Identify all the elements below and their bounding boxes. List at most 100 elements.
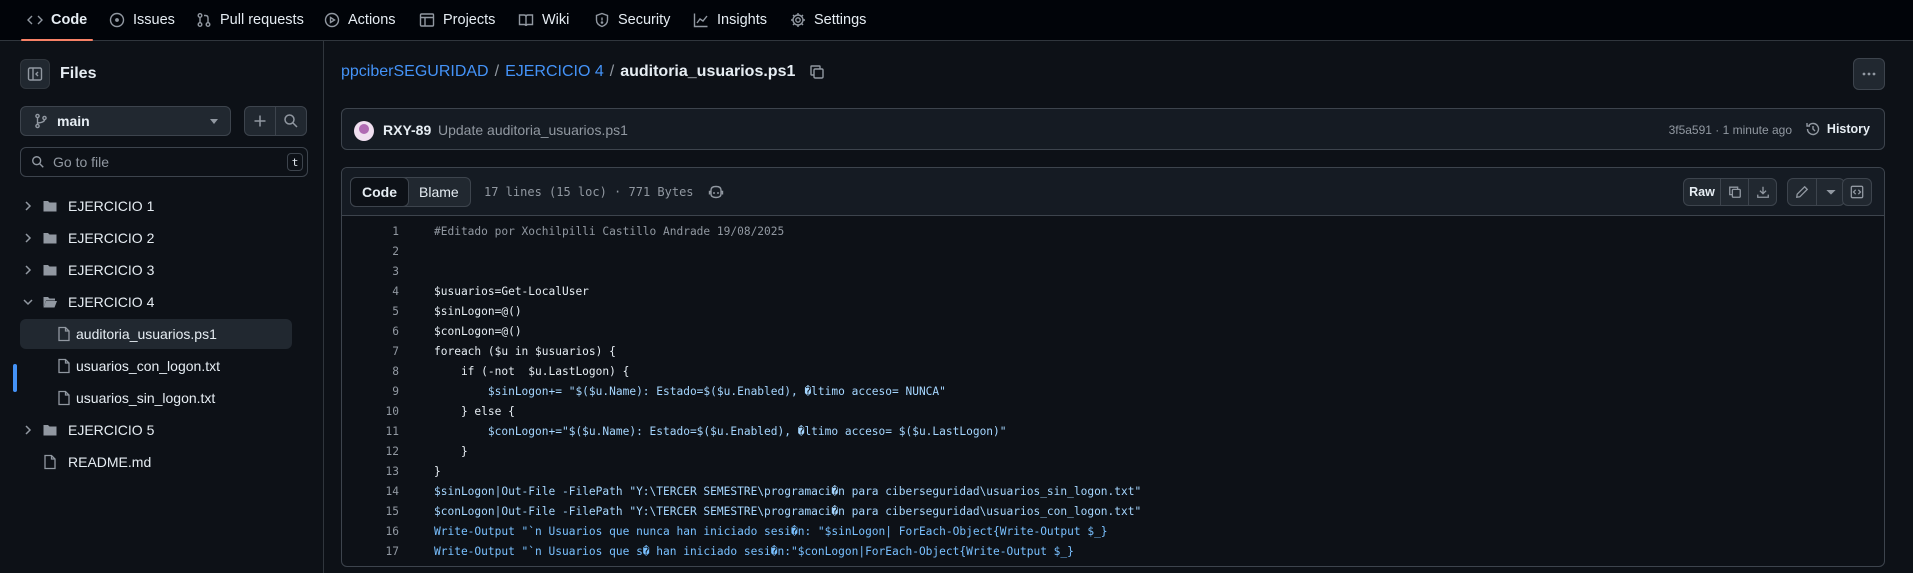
chevron-right-icon <box>20 422 36 438</box>
code-line: 17 Write-Output "`n Usuarios que s� han i… <box>342 541 1884 561</box>
line-number: 12 <box>385 444 399 458</box>
tab-projects[interactable]: Projects <box>419 0 495 40</box>
gear-icon <box>791 13 805 27</box>
file-viewer: Code Blame 17 lines (15 loc) · 771 Bytes… <box>341 167 1885 567</box>
history-label: History <box>1826 122 1870 136</box>
tree-item-folder[interactable]: EJERCICIO 5 <box>20 415 292 445</box>
line-number: 13 <box>385 464 399 478</box>
avatar[interactable] <box>354 121 374 141</box>
copilot-button[interactable] <box>708 184 724 200</box>
line-text: $conLogon|Out-File -FilePath "Y:\TERCER … <box>434 504 1142 518</box>
download-button[interactable] <box>1748 179 1776 205</box>
go-to-file-input[interactable]: Go to file t <box>20 147 308 177</box>
line-number: 14 <box>385 484 399 498</box>
line-text: } else { <box>434 404 515 418</box>
code-line: 3 <box>342 261 1884 281</box>
shield-icon <box>595 12 609 28</box>
selected-indicator <box>13 364 17 392</box>
line-number: 5 <box>392 304 399 318</box>
tree-item-folder[interactable]: EJERCICIO 2 <box>20 223 292 253</box>
book-icon <box>518 14 534 27</box>
line-text: $conLogon+="$($u.Name): Estado=$($u.Enab… <box>434 424 1007 438</box>
sidebar-title: Files <box>60 65 97 82</box>
tab-insights[interactable]: Insights <box>693 0 767 40</box>
tab-actions[interactable]: Actions <box>324 0 396 40</box>
edit-group <box>1787 178 1845 206</box>
code-line: 14 $sinLogon|Out-File -FilePath "Y:\TERCE… <box>342 481 1884 501</box>
raw-button[interactable]: Raw <box>1684 179 1720 205</box>
breadcrumb-repo-link[interactable]: ppciberSEGURIDAD <box>341 63 489 81</box>
line-text: foreach ($u in $usuarios) { <box>434 344 616 358</box>
folder-icon <box>42 422 58 438</box>
line-text: Write-Output "`n Usuarios que s� han ini… <box>434 544 1074 558</box>
folder-icon <box>42 230 58 246</box>
line-number: 3 <box>392 264 399 278</box>
branch-selector[interactable]: main <box>20 106 231 136</box>
line-number: 10 <box>385 404 399 418</box>
line-text: #Editado por Xochilpilli Castillo Andrad… <box>434 224 785 238</box>
tree-item-file[interactable]: usuarios_sin_logon.txt <box>20 383 292 413</box>
code-icon <box>27 15 43 25</box>
line-number: 2 <box>392 244 399 258</box>
history-icon <box>1806 122 1820 136</box>
edit-file-button[interactable] <box>1788 179 1816 205</box>
tab-settings[interactable]: Settings <box>790 0 866 40</box>
copy-icon <box>810 65 825 79</box>
graph-icon <box>693 13 708 28</box>
tree-item-folder[interactable]: EJERCICIO 1 <box>20 191 292 221</box>
line-number: 7 <box>392 344 399 358</box>
history-button[interactable]: History <box>1805 121 1870 137</box>
line-number: 15 <box>385 504 399 518</box>
copy-raw-button[interactable] <box>1720 179 1748 205</box>
issue-icon <box>109 12 125 28</box>
tree-item-label: EJERCICIO 2 <box>68 230 155 246</box>
chevron-down-icon <box>20 294 36 310</box>
repo-nav: Code Issues Pull requests Actions Projec… <box>0 0 1913 41</box>
copy-path-button[interactable] <box>801 64 825 80</box>
search-files-button[interactable] <box>275 106 307 136</box>
tree-item-file-selected[interactable]: auditoria_usuarios.ps1 <box>20 319 292 349</box>
code-line: 2 <box>342 241 1884 261</box>
tab-code[interactable]: Code <box>20 0 94 41</box>
tree-item-label: EJERCICIO 4 <box>68 294 155 310</box>
more-options-button[interactable] <box>1853 58 1885 90</box>
breadcrumb-current-file: auditoria_usuarios.ps1 <box>620 63 796 80</box>
tab-issues[interactable]: Issues <box>109 0 175 40</box>
pull-request-icon <box>197 13 211 27</box>
file-meta: 17 lines (15 loc) · 771 Bytes <box>484 185 694 199</box>
tab-security[interactable]: Security <box>594 0 670 40</box>
play-icon <box>324 12 340 28</box>
tree-item-file[interactable]: usuarios_con_logon.txt <box>20 351 292 381</box>
folder-icon <box>42 198 58 214</box>
line-text: $sinLogon|Out-File -FilePath "Y:\TERCER … <box>434 484 1142 498</box>
tree-item-label: usuarios_con_logon.txt <box>76 358 220 374</box>
code-view-button[interactable]: Code <box>350 177 409 207</box>
breadcrumb-folder-link[interactable]: EJERCICIO 4 <box>505 63 604 81</box>
tab-pull-requests[interactable]: Pull requests <box>196 0 304 40</box>
line-text: Write-Output "`n Usuarios que nunca han … <box>434 524 1108 538</box>
commit-meta[interactable]: 3f5a591 · 1 minute ago <box>1669 123 1792 137</box>
add-file-button[interactable] <box>244 106 276 136</box>
tree-item-file[interactable]: README.md <box>20 447 292 477</box>
code-line: 9 $sinLogon+= "$($u.Name): Estado=$($u.E… <box>342 381 1884 401</box>
blame-view-button[interactable]: Blame <box>408 178 470 206</box>
line-text: if (-not $u.LastLogon) { <box>434 364 630 378</box>
code-line: 10 } else { <box>342 401 1884 421</box>
commit-author[interactable]: RXY-89 <box>383 122 431 138</box>
edit-options-dropdown[interactable] <box>1816 179 1844 205</box>
tree-item-folder[interactable]: EJERCICIO 3 <box>20 255 292 285</box>
collapse-sidebar-button[interactable] <box>20 59 50 89</box>
tree-item-folder-expanded[interactable]: EJERCICIO 4 <box>20 287 292 317</box>
file-icon <box>56 358 72 374</box>
tab-wiki[interactable]: Wiki <box>518 0 569 40</box>
folder-icon <box>42 262 58 278</box>
line-text: $conLogon=@() <box>434 324 522 338</box>
view-toggle: Code Blame <box>350 177 471 207</box>
code-line: 5 $sinLogon=@() <box>342 301 1884 321</box>
commit-message[interactable]: Update auditoria_usuarios.ps1 <box>438 122 628 138</box>
line-number: 9 <box>392 384 399 398</box>
chevron-right-icon <box>20 198 36 214</box>
symbols-panel-button[interactable] <box>1843 179 1871 205</box>
line-text: $usuarios=Get-LocalUser <box>434 284 589 298</box>
line-text: $sinLogon+= "$($u.Name): Estado=$($u.Ena… <box>434 384 946 398</box>
